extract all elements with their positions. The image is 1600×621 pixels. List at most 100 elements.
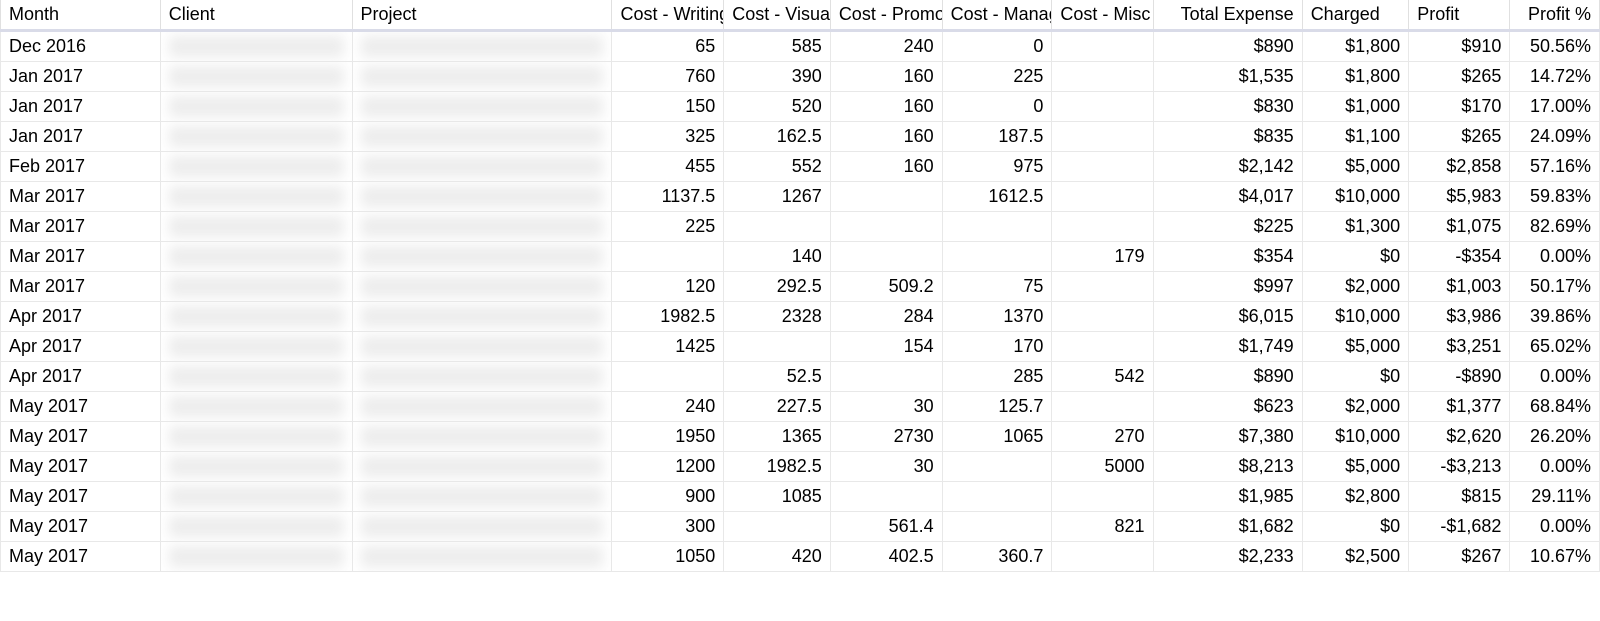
- cell-profit[interactable]: -$354: [1409, 242, 1510, 272]
- cell-charged[interactable]: $0: [1302, 512, 1409, 542]
- cell-cost-misc[interactable]: [1052, 272, 1153, 302]
- cell-project[interactable]: [352, 452, 612, 482]
- cell-cost-misc[interactable]: 542: [1052, 362, 1153, 392]
- cell-charged[interactable]: $0: [1302, 242, 1409, 272]
- table-row[interactable]: Mar 20171137.512671612.5$4,017$10,000$5,…: [1, 182, 1600, 212]
- cell-client[interactable]: [160, 92, 352, 122]
- cell-cost-manag[interactable]: 1370: [942, 302, 1052, 332]
- cell-project[interactable]: [352, 272, 612, 302]
- cell-profit-pct[interactable]: 59.83%: [1510, 182, 1600, 212]
- cell-cost-writing[interactable]: 1425: [612, 332, 724, 362]
- cell-project[interactable]: [352, 392, 612, 422]
- col-profit[interactable]: Profit: [1409, 0, 1510, 31]
- cell-cost-visual[interactable]: 292.5: [724, 272, 831, 302]
- cell-cost-manag[interactable]: 975: [942, 152, 1052, 182]
- cell-profit-pct[interactable]: 26.20%: [1510, 422, 1600, 452]
- cell-cost-visual[interactable]: [724, 212, 831, 242]
- cell-profit-pct[interactable]: 39.86%: [1510, 302, 1600, 332]
- cell-cost-promo[interactable]: 154: [830, 332, 942, 362]
- cell-total-expense[interactable]: $623: [1153, 392, 1302, 422]
- col-total-expense[interactable]: Total Expense: [1153, 0, 1302, 31]
- cell-profit-pct[interactable]: 14.72%: [1510, 62, 1600, 92]
- table-row[interactable]: Mar 2017140179$354$0-$3540.00%: [1, 242, 1600, 272]
- col-cost-manag[interactable]: Cost - Manag: [942, 0, 1052, 31]
- cell-cost-visual[interactable]: 390: [724, 62, 831, 92]
- cell-profit-pct[interactable]: 0.00%: [1510, 512, 1600, 542]
- col-cost-writing[interactable]: Cost - Writing: [612, 0, 724, 31]
- table-row[interactable]: Mar 2017120292.5509.275$997$2,000$1,0035…: [1, 272, 1600, 302]
- cell-project[interactable]: [352, 92, 612, 122]
- cell-total-expense[interactable]: $997: [1153, 272, 1302, 302]
- cell-cost-manag[interactable]: [942, 452, 1052, 482]
- cell-month[interactable]: Apr 2017: [1, 302, 161, 332]
- cell-cost-manag[interactable]: [942, 482, 1052, 512]
- cell-project[interactable]: [352, 31, 612, 62]
- cell-cost-promo[interactable]: 160: [830, 122, 942, 152]
- cell-cost-promo[interactable]: 30: [830, 452, 942, 482]
- cell-profit-pct[interactable]: 24.09%: [1510, 122, 1600, 152]
- cell-client[interactable]: [160, 31, 352, 62]
- cell-cost-visual[interactable]: 1267: [724, 182, 831, 212]
- cell-client[interactable]: [160, 242, 352, 272]
- cell-cost-manag[interactable]: 170: [942, 332, 1052, 362]
- cell-total-expense[interactable]: $4,017: [1153, 182, 1302, 212]
- cell-month[interactable]: Mar 2017: [1, 242, 161, 272]
- cell-cost-misc[interactable]: [1052, 332, 1153, 362]
- cell-profit[interactable]: $2,620: [1409, 422, 1510, 452]
- cell-client[interactable]: [160, 362, 352, 392]
- cell-charged[interactable]: $10,000: [1302, 302, 1409, 332]
- cell-cost-writing[interactable]: 150: [612, 92, 724, 122]
- expense-table[interactable]: Month Client Project Cost - Writing Cost…: [0, 0, 1600, 572]
- cell-cost-visual[interactable]: 2328: [724, 302, 831, 332]
- cell-profit-pct[interactable]: 17.00%: [1510, 92, 1600, 122]
- table-row[interactable]: May 20171950136527301065270$7,380$10,000…: [1, 422, 1600, 452]
- cell-cost-promo[interactable]: 160: [830, 62, 942, 92]
- cell-month[interactable]: May 2017: [1, 422, 161, 452]
- cell-month[interactable]: May 2017: [1, 512, 161, 542]
- cell-client[interactable]: [160, 182, 352, 212]
- cell-project[interactable]: [352, 182, 612, 212]
- cell-cost-misc[interactable]: 821: [1052, 512, 1153, 542]
- cell-charged[interactable]: $5,000: [1302, 452, 1409, 482]
- cell-charged[interactable]: $2,500: [1302, 542, 1409, 572]
- cell-profit[interactable]: $5,983: [1409, 182, 1510, 212]
- cell-project[interactable]: [352, 422, 612, 452]
- cell-charged[interactable]: $5,000: [1302, 152, 1409, 182]
- cell-charged[interactable]: $10,000: [1302, 182, 1409, 212]
- cell-cost-promo[interactable]: 160: [830, 152, 942, 182]
- cell-charged[interactable]: $1,300: [1302, 212, 1409, 242]
- cell-total-expense[interactable]: $8,213: [1153, 452, 1302, 482]
- cell-cost-manag[interactable]: 360.7: [942, 542, 1052, 572]
- cell-month[interactable]: Mar 2017: [1, 182, 161, 212]
- cell-cost-visual[interactable]: 1085: [724, 482, 831, 512]
- cell-total-expense[interactable]: $7,380: [1153, 422, 1302, 452]
- cell-cost-writing[interactable]: 65: [612, 31, 724, 62]
- cell-profit-pct[interactable]: 57.16%: [1510, 152, 1600, 182]
- table-row[interactable]: Dec 2016655852400$890$1,800$91050.56%: [1, 31, 1600, 62]
- cell-cost-writing[interactable]: 1950: [612, 422, 724, 452]
- cell-cost-writing[interactable]: [612, 242, 724, 272]
- table-row[interactable]: Apr 20171425154170$1,749$5,000$3,25165.0…: [1, 332, 1600, 362]
- cell-cost-misc[interactable]: 5000: [1052, 452, 1153, 482]
- cell-charged[interactable]: $2,000: [1302, 392, 1409, 422]
- cell-cost-manag[interactable]: [942, 212, 1052, 242]
- cell-client[interactable]: [160, 332, 352, 362]
- cell-profit-pct[interactable]: 68.84%: [1510, 392, 1600, 422]
- cell-profit[interactable]: -$3,213: [1409, 452, 1510, 482]
- cell-month[interactable]: Apr 2017: [1, 332, 161, 362]
- cell-cost-misc[interactable]: [1052, 152, 1153, 182]
- cell-cost-manag[interactable]: 1612.5: [942, 182, 1052, 212]
- cell-cost-writing[interactable]: 120: [612, 272, 724, 302]
- cell-client[interactable]: [160, 422, 352, 452]
- cell-cost-visual[interactable]: 585: [724, 31, 831, 62]
- cell-client[interactable]: [160, 302, 352, 332]
- cell-cost-visual[interactable]: 162.5: [724, 122, 831, 152]
- cell-cost-writing[interactable]: 1200: [612, 452, 724, 482]
- cell-cost-misc[interactable]: [1052, 31, 1153, 62]
- cell-cost-misc[interactable]: [1052, 542, 1153, 572]
- col-cost-misc[interactable]: Cost - Misc: [1052, 0, 1153, 31]
- cell-cost-manag[interactable]: 1065: [942, 422, 1052, 452]
- cell-cost-promo[interactable]: 402.5: [830, 542, 942, 572]
- col-project[interactable]: Project: [352, 0, 612, 31]
- cell-cost-promo[interactable]: 284: [830, 302, 942, 332]
